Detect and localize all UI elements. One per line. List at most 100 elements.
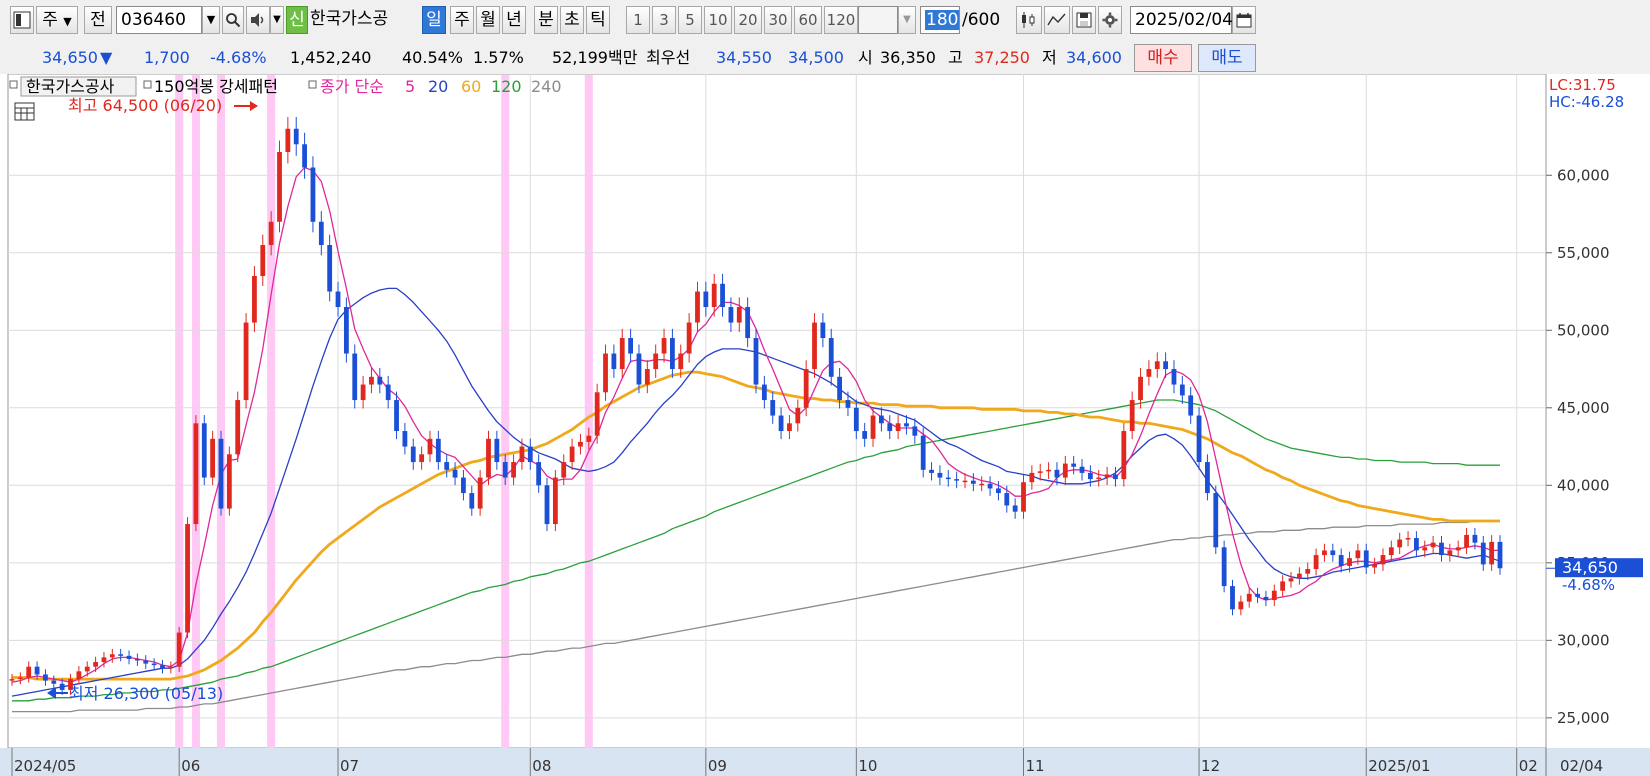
period-tab[interactable]: 일 [422,6,446,34]
sell-button[interactable]: 매도 [1198,44,1256,72]
interval-button[interactable]: 5 [678,6,702,34]
x-tick-label: 11 [1026,757,1045,775]
speaker-icon[interactable] [246,6,270,34]
period-tab[interactable]: 주 [450,6,474,34]
last-date-label: 02/04 [1560,757,1603,775]
high-annotation: 최고 64,500 (06/20) [68,96,222,115]
candle-body [962,480,968,483]
interval-button[interactable]: 10 [704,6,732,34]
stock-name: 한국가스공 [310,9,389,29]
candle-body [1355,550,1361,559]
calendar-icon[interactable] [1232,6,1256,34]
candle-body [168,666,174,669]
stock-code-input[interactable]: 036460 [116,6,202,34]
candle-body [252,276,257,323]
candle-body [151,663,157,666]
legend-pattern-label[interactable]: 150억봉 강세패턴 [154,77,278,96]
period-tab[interactable]: 월 [476,6,500,34]
candle-body [1397,539,1403,548]
candle-body [1113,474,1118,480]
candle-body [59,683,65,690]
legend-ma-label[interactable]: 종가 단순 [320,77,384,96]
candle-body [293,128,299,145]
candle-body [1430,542,1436,548]
candle-body [695,291,700,323]
period-tab[interactable]: 틱 [586,6,610,34]
search-icon[interactable] [222,6,244,34]
new-badge: 신 [286,6,308,34]
interval-button[interactable]: 120 [824,6,858,34]
interval-button[interactable]: 60 [794,6,822,34]
candle-body [920,435,926,470]
candle-body [118,654,124,656]
type-select[interactable]: 주 ▼ [36,6,78,34]
candle-body [1489,541,1495,565]
interval-button[interactable]: 30 [764,6,792,34]
current-pct-tag-text: -4.68% [1562,576,1615,594]
candle-body [402,431,408,447]
candle-body [1021,482,1026,512]
y-tick-label: 30,000 [1557,631,1610,649]
candle-body [1179,384,1185,396]
candle-body [569,446,575,463]
open-label: 시 [858,48,873,67]
low-price: 34,600 [1066,48,1122,67]
candle-body [954,479,960,481]
code-dropdown-chevron-icon[interactable]: ▼ [202,6,220,34]
period-tab[interactable]: 년 [502,6,526,34]
legend-pattern-box-icon [143,80,152,89]
candle-body [619,338,625,370]
candle-body [1037,471,1043,473]
best-quote-label: 최우선 [646,48,691,67]
candle-body [603,353,608,393]
period-tab[interactable]: 분 [534,6,558,34]
gear-icon[interactable] [1098,6,1122,34]
x-tick-label: 08 [532,757,551,775]
line-tool-icon[interactable] [1044,6,1070,34]
candle-body [945,477,951,480]
candle-body [218,438,224,509]
candle-body [1472,534,1478,543]
candle-body [1405,538,1411,540]
count-max: /600 [962,10,1001,30]
count-input[interactable]: 180 [920,6,960,34]
grid-toggle-icon[interactable] [14,102,35,121]
candle-body [109,654,115,658]
candle-body [410,446,416,463]
candle-type-icon[interactable] [1016,6,1042,34]
candle-body [787,423,792,432]
open-price: 36,350 [880,48,936,67]
interval-button[interactable]: 3 [652,6,676,34]
candle-body [970,480,976,484]
interval-button[interactable]: 1 [626,6,650,34]
chart-settings-icon[interactable] [10,6,34,34]
candle-body [469,493,475,509]
price-chart: 60,00055,00050,00045,00040,00035,00030,0… [0,74,1650,776]
candle-body [1196,415,1202,463]
save-icon[interactable] [1072,6,1096,34]
interval-dropdown-chevron-icon[interactable]: ▼ [898,6,916,34]
interval-custom-input[interactable] [858,6,898,34]
candle-body [268,221,274,246]
candle-body [979,483,985,486]
candle-body [1388,547,1394,556]
candle-body [9,679,15,681]
speaker-dropdown-chevron-icon[interactable]: ▼ [270,6,284,34]
date-input[interactable]: 2025/02/04 [1130,6,1233,34]
candle-body [318,221,324,246]
candle-body [996,488,1001,494]
legend-ma120: 120 [491,77,522,96]
prev-button[interactable]: 전 [84,6,112,34]
candle-body [778,415,784,432]
candle-body [1230,586,1235,610]
candle-body [1046,469,1051,472]
interval-button[interactable]: 20 [734,6,762,34]
pattern-band [501,75,510,748]
period-tab[interactable]: 초 [560,6,584,34]
candle-body [586,435,592,442]
candle-body [1313,555,1319,570]
candle-body [527,446,533,463]
buy-button[interactable]: 매수 [1134,44,1192,72]
candle-body [1188,395,1194,416]
lc-label: LC:31.75 [1549,76,1616,94]
